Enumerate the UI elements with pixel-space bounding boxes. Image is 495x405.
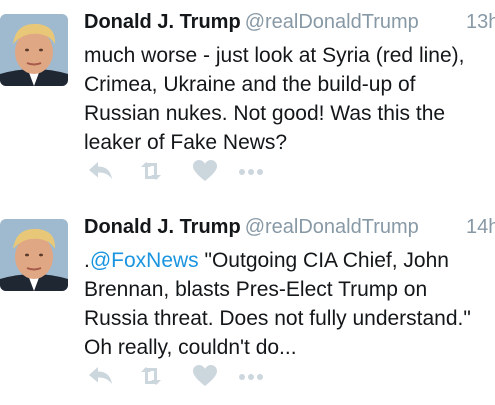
tweet-text-line: Russian nukes. Not good! Was this the: [84, 102, 446, 125]
tweet-text-line: .@FoxNews "Outgoing CIA Chief, John: [84, 246, 492, 275]
retweet-button[interactable]: [136, 158, 166, 184]
user-name[interactable]: Donald J. Trump: [84, 11, 241, 33]
avatar-image: [0, 14, 68, 86]
user-handle[interactable]: @realDonaldTrump: [245, 216, 419, 238]
like-button[interactable]: [190, 363, 220, 389]
heart-icon: [193, 365, 217, 386]
retweet-icon: [141, 367, 161, 385]
tweet-text: much worse - just look at Syria (red lin…: [84, 41, 492, 157]
avatar-image: [0, 219, 68, 291]
tweet-header: Donald J. Trump @realDonaldTrump: [84, 9, 419, 35]
tweet-text-line: leaker of Fake News?: [84, 131, 288, 154]
reply-button[interactable]: [86, 158, 116, 184]
avatar[interactable]: [0, 219, 68, 291]
tweet-header: Donald J. Trump @realDonaldTrump: [84, 214, 419, 240]
timestamp[interactable]: 14h: [466, 214, 495, 240]
tweet-text-fragment: "Outgoing CIA Chief, John: [198, 249, 449, 272]
user-name[interactable]: Donald J. Trump: [84, 216, 241, 238]
like-button[interactable]: [190, 158, 220, 184]
tweet-text: .@FoxNews "Outgoing CIA Chief, John Bren…: [84, 246, 492, 362]
reply-icon: [89, 162, 112, 179]
retweet-button[interactable]: [136, 363, 166, 389]
tweet-text-line: much worse - just look at Syria (red lin…: [84, 44, 465, 67]
retweet-icon: [141, 162, 161, 180]
more-button[interactable]: [236, 363, 266, 389]
tweet[interactable]: Donald J. Trump @realDonaldTrump 13h much…: [0, 0, 495, 200]
tweet-text-line: Oh really, couldn't do...: [84, 336, 297, 359]
tweet-actions: [86, 363, 286, 389]
heart-icon: [193, 160, 217, 181]
tweet-text-line: Crimea, Ukraine and the build-up of: [84, 73, 416, 96]
tweet-text-line: Brennan, blasts Pres-Elect Trump on: [84, 278, 428, 301]
tweet-text-line: Russia threat. Does not fully understand…: [84, 307, 471, 330]
tweet[interactable]: Donald J. Trump @realDonaldTrump 14h .@Fo…: [0, 205, 495, 405]
reply-icon: [89, 367, 112, 384]
timestamp[interactable]: 13h: [466, 9, 495, 35]
user-handle[interactable]: @realDonaldTrump: [245, 11, 419, 33]
more-icon: [239, 169, 263, 175]
mention-link[interactable]: @FoxNews: [90, 249, 199, 272]
more-icon: [239, 374, 263, 380]
more-button[interactable]: [236, 158, 266, 184]
tweet-actions: [86, 158, 286, 184]
avatar[interactable]: [0, 14, 68, 86]
reply-button[interactable]: [86, 363, 116, 389]
